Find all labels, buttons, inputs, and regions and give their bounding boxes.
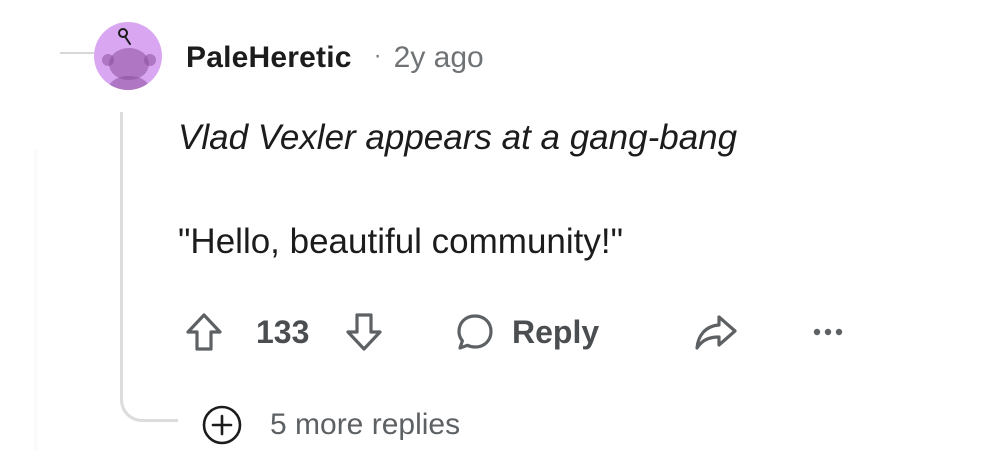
thread-line[interactable] — [120, 112, 178, 422]
more-replies-label: 5 more replies — [270, 408, 461, 441]
thread-connector — [60, 52, 94, 54]
username-link[interactable]: PaleHeretic — [186, 41, 352, 75]
comment-action-bar: 133 Reply — [182, 304, 882, 360]
arrow-down-icon — [346, 313, 382, 351]
reply-button[interactable]: Reply — [454, 304, 599, 360]
comment-body-line-1: Vlad Vexler appears at a gang-bang — [178, 118, 738, 157]
arrow-up-icon — [186, 313, 222, 351]
speech-bubble-icon — [457, 314, 493, 350]
comment-body-line-2: "Hello, beautiful community!" — [178, 222, 624, 261]
ellipsis-icon — [813, 328, 843, 336]
edge-shadow — [34, 150, 40, 450]
timestamp[interactable]: 2y ago — [394, 41, 484, 75]
more-replies-button[interactable]: 5 more replies — [200, 402, 460, 448]
comment-header: PaleHeretic · 2y ago — [186, 36, 484, 80]
vote-score: 133 — [256, 313, 310, 350]
share-button[interactable] — [692, 304, 740, 360]
downvote-button[interactable] — [342, 304, 386, 360]
reddit-snoo-avatar-icon[interactable] — [94, 22, 162, 90]
upvote-button[interactable] — [182, 304, 226, 360]
plus-circle-icon — [202, 405, 242, 445]
reply-label: Reply — [512, 313, 600, 350]
separator-dot: · — [373, 42, 382, 69]
more-options-button[interactable] — [810, 304, 846, 360]
share-arrow-icon — [695, 315, 737, 350]
